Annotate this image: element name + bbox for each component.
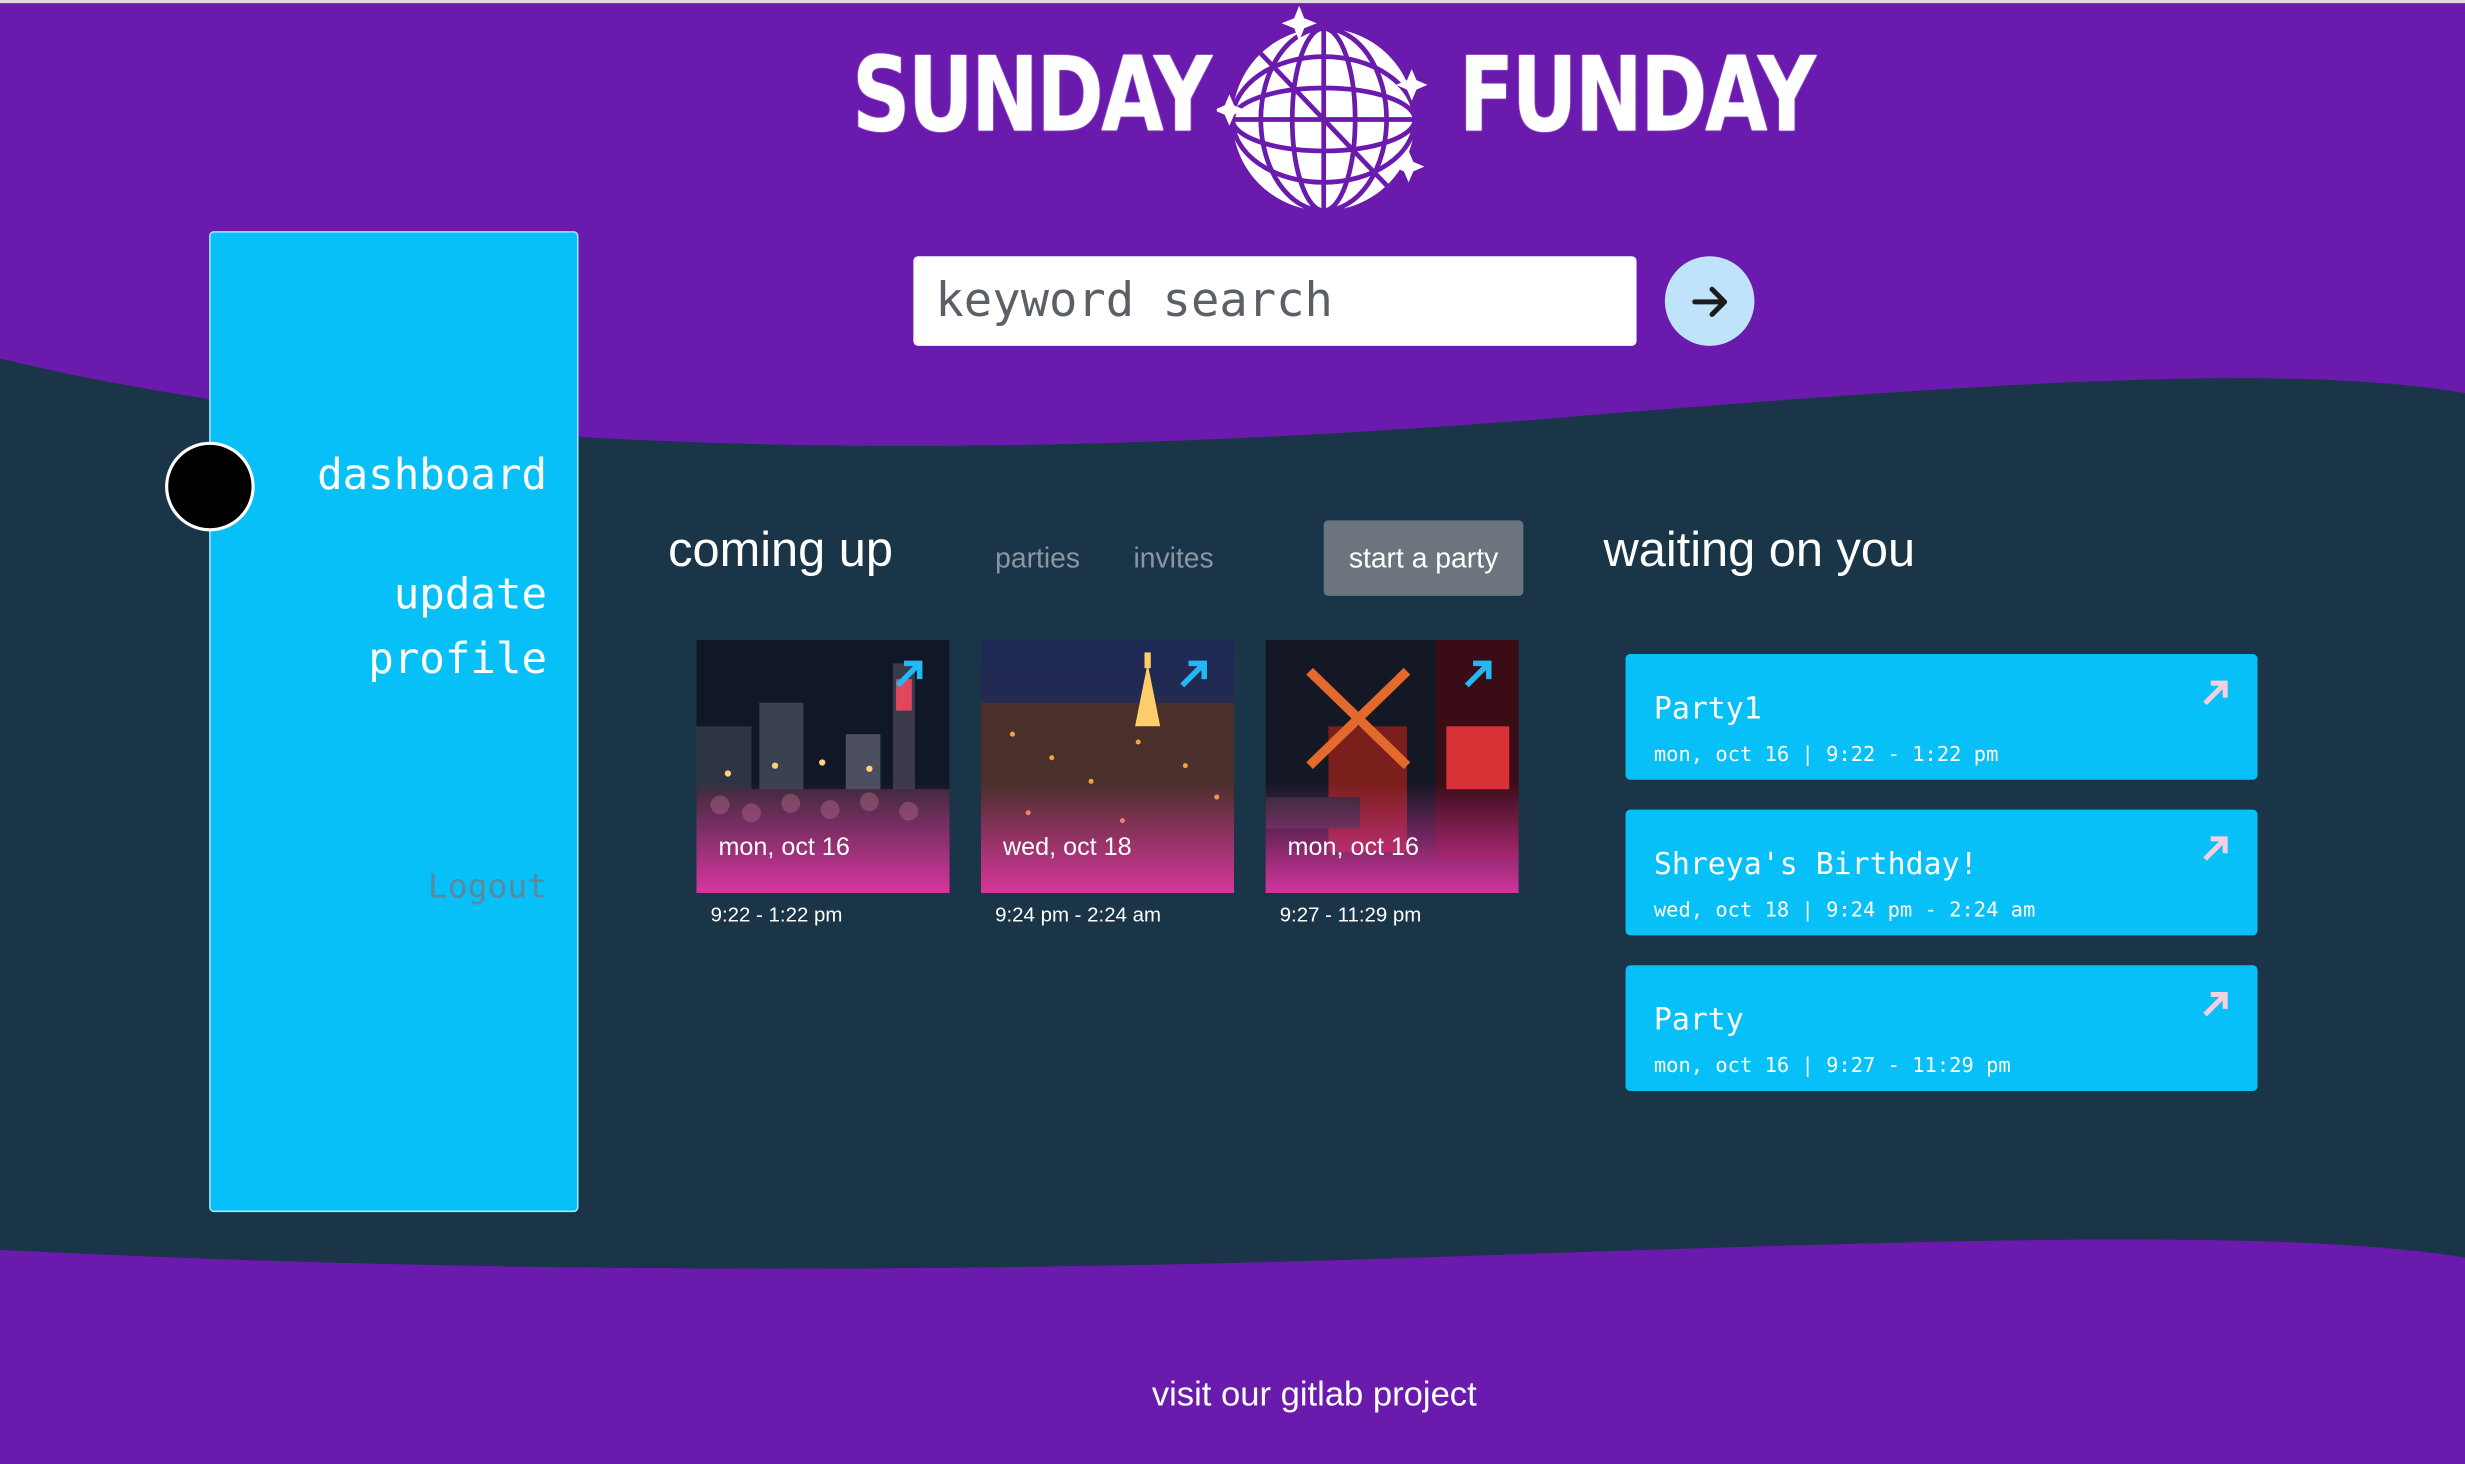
invite-meta: mon, oct 16 | 9:27 - 11:29 pm (1653, 1054, 2011, 1079)
arrow-up-right-icon (2203, 680, 2228, 706)
card-date: wed, oct 18 (1002, 834, 1132, 862)
card-date: mon, oct 16 (718, 834, 850, 862)
arrow-up-right-icon (1464, 660, 1492, 688)
arrow-up-right-icon (895, 660, 923, 688)
arrow-right-icon (1691, 285, 1727, 317)
site-logo[interactable]: SUNDAY FUNDAY (849, 6, 1816, 217)
invite-meta: mon, oct 16 | 9:22 - 1:22 pm (1653, 743, 1999, 768)
logo-word-right: FUNDAY (1458, 34, 1816, 156)
tab-invites[interactable]: invites (1133, 542, 1213, 575)
globe-disco-icon (1216, 6, 1428, 214)
start-party-button[interactable]: start a party (1323, 520, 1524, 596)
active-indicator (165, 441, 255, 532)
card-time: 9:24 pm - 2:24 am (995, 902, 1161, 926)
invite-card[interactable]: Party1 mon, oct 16 | 9:22 - 1:22 pm (1625, 653, 2258, 780)
invite-meta: wed, oct 18 | 9:24 pm - 2:24 am (1653, 899, 2036, 923)
arrow-up-right-icon (2203, 991, 2228, 1017)
card-time: 9:27 - 11:29 pm (1279, 902, 1422, 926)
top-border (0, 0, 2465, 4)
search-input[interactable] (913, 256, 1637, 346)
party-card[interactable]: mon, oct 16 (1265, 639, 1519, 893)
invite-title: Party (1653, 1002, 1744, 1038)
party-card[interactable]: wed, oct 18 (980, 639, 1235, 893)
sidebar: dashboard update profile Logout (209, 231, 579, 1213)
card-time: 9:22 - 1:22 pm (710, 902, 843, 926)
invite-title: Party1 (1653, 691, 1762, 727)
gitlab-project-link[interactable]: visit our gitlab project (0, 1374, 2465, 1415)
tab-parties[interactable]: parties (995, 542, 1080, 575)
search-submit-button[interactable] (1664, 256, 1755, 346)
waiting-on-you-heading: waiting on you (1603, 521, 1916, 577)
invite-title: Shreya's Birthday! (1653, 847, 1978, 882)
party-card[interactable]: mon, oct 16 (696, 639, 950, 893)
logout-link[interactable]: Logout (428, 868, 547, 906)
invite-card[interactable]: Shreya's Birthday! wed, oct 18 | 9:24 pm… (1625, 809, 2258, 936)
card-date: mon, oct 16 (1287, 834, 1419, 862)
coming-up-heading: coming up (668, 521, 894, 577)
arrow-up-right-icon (1180, 660, 1207, 688)
sidebar-item-dashboard[interactable]: dashboard (317, 443, 547, 507)
invite-card[interactable]: Party mon, oct 16 | 9:27 - 11:29 pm (1625, 965, 2258, 1092)
sidebar-item-update-profile[interactable]: update profile (311, 563, 547, 692)
arrow-up-right-icon (2203, 836, 2228, 861)
logo-word-left: SUNDAY (852, 34, 1212, 156)
